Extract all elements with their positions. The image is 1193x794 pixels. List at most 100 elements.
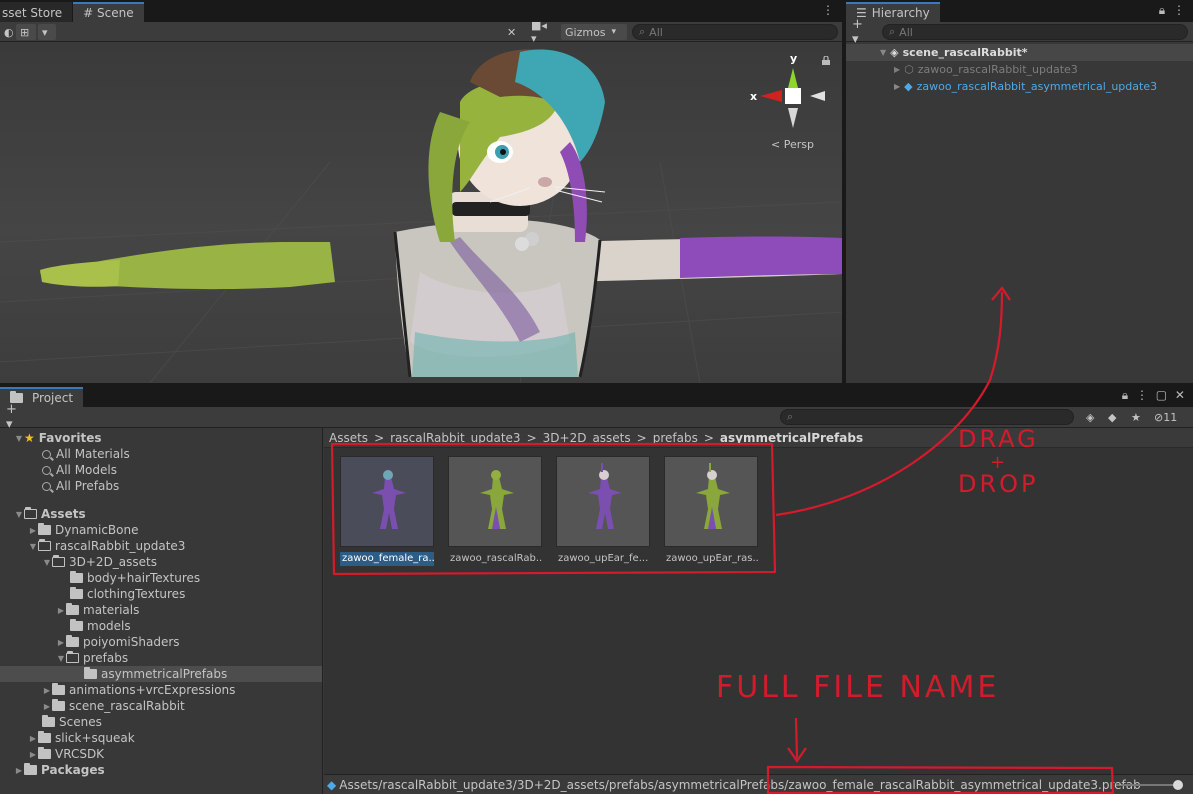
breadcrumb-item[interactable]: rascalRabbit_update3 — [390, 431, 520, 445]
breadcrumb-item[interactable]: 3D+2D_assets — [543, 431, 631, 445]
add-object-button[interactable]: + ▾ — [848, 17, 874, 47]
tree-item-assets[interactable]: ▼ Assets — [0, 506, 322, 522]
tree-item-favorites[interactable]: ▼ ★ Favorites — [0, 430, 322, 446]
tree-item-all-models[interactable]: All Models — [0, 462, 322, 478]
hierarchy-item-scene[interactable]: ▼ ◈ scene_rascalRabbit* — [846, 44, 1193, 61]
expand-arrow-icon[interactable]: ▶ — [42, 702, 52, 711]
breadcrumb-separator: > — [703, 430, 714, 445]
hidden-count: 11 — [1163, 410, 1178, 424]
persp-label[interactable]: < Persp — [771, 138, 814, 151]
expand-arrow-icon[interactable]: ▼ — [28, 542, 38, 551]
tree-item-label: asymmetricalPrefabs — [101, 667, 228, 681]
folder-icon — [38, 731, 51, 743]
tab-asset-store[interactable]: sset Store — [0, 2, 73, 22]
tree-item-3d2d-assets[interactable]: ▼ 3D+2D_assets — [0, 554, 322, 570]
filter-by-type-icon[interactable]: ◈ — [1082, 409, 1102, 425]
tree-item-body-hair-textures[interactable]: body+hairTextures — [0, 570, 322, 586]
camera-dropdown-icon[interactable]: ■◂ ▾ — [527, 19, 557, 45]
tree-item-label: VRCSDK — [55, 747, 105, 761]
tree-item-scenes[interactable]: Scenes — [0, 714, 322, 730]
tree-item-materials[interactable]: ▶ materials — [0, 602, 322, 618]
hierarchy-item-label: scene_rascalRabbit* — [902, 46, 1028, 59]
tree-item-models[interactable]: models — [0, 618, 322, 634]
expand-arrow-icon[interactable]: ▶ — [42, 686, 52, 695]
prefab-cube-icon: ◆ — [327, 777, 337, 792]
thumbnail-size-slider[interactable] — [1121, 780, 1183, 790]
expand-arrow-icon[interactable]: ▶ — [14, 766, 24, 775]
tree-item-label: All Prefabs — [56, 479, 120, 493]
breadcrumb-item[interactable]: prefabs — [653, 431, 698, 445]
gizmos-button[interactable]: Gizmos ▾ — [561, 24, 627, 40]
hierarchy-item-rabbit-asymmetrical[interactable]: ▶ ◆ zawoo_rascalRabbit_asymmetrical_upda… — [846, 78, 1193, 95]
breadcrumb-item-current[interactable]: asymmetricalPrefabs — [720, 431, 863, 445]
hidden-packages-button[interactable]: ⊘ 11 — [1150, 409, 1190, 425]
asset-prefab-female[interactable]: zawoo_female_ra... — [340, 456, 434, 566]
project-tab-menu-icon[interactable]: 🔒︎ ⋮ ▢ ✕ — [1122, 388, 1187, 403]
tree-item-all-materials[interactable]: All Materials — [0, 446, 322, 462]
hierarchy-item-label: zawoo_rascalRabbit_update3 — [917, 63, 1078, 76]
scene-toolbar: ◐ ⊞ ▾ ✕ ■◂ ▾ Gizmos ▾ ⌕ All — [0, 19, 842, 45]
expand-arrow-icon[interactable]: ▼ — [56, 654, 66, 663]
asset-prefab-upear-rascal[interactable]: zawoo_upEar_ras... — [664, 456, 758, 566]
tree-item-asymmetrical-prefabs[interactable]: asymmetricalPrefabs — [0, 666, 322, 682]
tree-item-label: Assets — [41, 507, 86, 521]
project-search-input[interactable]: ⌕ — [780, 409, 1074, 425]
expand-arrow-icon[interactable]: ▼ — [880, 48, 886, 57]
filter-by-label-icon[interactable]: ◆ — [1104, 409, 1124, 425]
orientation-gizmo[interactable] — [760, 68, 825, 128]
expand-arrow-icon[interactable]: ▼ — [42, 558, 52, 567]
search-icon: ⌕ — [889, 25, 896, 38]
create-asset-button[interactable]: + ▾ — [2, 402, 30, 432]
asset-prefab-rascalrabbit[interactable]: zawoo_rascalRab... — [448, 456, 542, 566]
tree-item-packages[interactable]: ▶ Packages — [0, 762, 322, 778]
tree-item-poiyomi-shaders[interactable]: ▶ poiyomiShaders — [0, 634, 322, 650]
folder-icon — [52, 699, 65, 711]
character-model-render: y x — [0, 49, 842, 383]
scene-viewport[interactable]: y x < Persp — [0, 42, 842, 383]
tree-item-label: DynamicBone — [55, 523, 139, 537]
hierarchy-toolbar: + ▾ ⌕ All — [846, 17, 1193, 47]
hierarchy-tab-menu-icon[interactable]: 🔒︎ ⋮ — [1159, 3, 1187, 18]
tree-item-prefabs[interactable]: ▼ prefabs — [0, 650, 322, 666]
expand-arrow-icon[interactable]: ▶ — [28, 734, 38, 743]
tree-item-animations[interactable]: ▶ animations+vrcExpressions — [0, 682, 322, 698]
expand-arrow-icon[interactable]: ▶ — [28, 526, 38, 535]
asset-prefab-upear-female[interactable]: zawoo_upEar_fe... — [556, 456, 650, 566]
scene-tab-menu-icon[interactable]: ⋮ — [822, 3, 836, 17]
folder-icon — [84, 667, 97, 679]
breadcrumb-separator: > — [526, 430, 537, 445]
expand-arrow-icon[interactable]: ▶ — [56, 638, 66, 647]
breadcrumb-item[interactable]: Assets — [329, 431, 368, 445]
tree-item-label: clothingTextures — [87, 587, 186, 601]
folder-icon — [70, 587, 83, 599]
hierarchy-search-input[interactable]: ⌕ All — [882, 24, 1188, 40]
tree-item-label: prefabs — [83, 651, 129, 665]
tree-item-rascalrabbit[interactable]: ▼ rascalRabbit_update3 — [0, 538, 322, 554]
expand-arrow-icon[interactable]: ▶ — [28, 750, 38, 759]
tree-item-dynamicbone[interactable]: ▶ DynamicBone — [0, 522, 322, 538]
tools-icon[interactable]: ✕ — [503, 24, 523, 40]
tree-item-scene-rascalrabbit[interactable]: ▶ scene_rascalRabbit — [0, 698, 322, 714]
full-file-name-annotation: FULL FILE NAME — [716, 670, 1000, 705]
expand-arrow-icon[interactable]: ▶ — [894, 65, 900, 74]
tab-scene[interactable]: # Scene — [73, 2, 144, 22]
tree-item-all-prefabs[interactable]: All Prefabs — [0, 478, 322, 494]
tab-hierarchy-label: Hierarchy — [871, 6, 930, 20]
tree-item-vrcsdk[interactable]: ▶ VRCSDK — [0, 746, 322, 762]
hierarchy-tabstrip: ☰ Hierarchy 🔒︎ ⋮ — [846, 0, 1193, 22]
search-icon — [42, 481, 51, 491]
scene-search-input[interactable]: ⌕ All — [632, 24, 838, 40]
grid-dropdown-icon[interactable]: ▾ — [38, 24, 56, 40]
grid-snap-icon[interactable]: ⊞ — [16, 24, 36, 40]
favorites-star-icon[interactable]: ★ — [1127, 409, 1147, 425]
unity-scene-icon: ◈ — [890, 46, 899, 59]
expand-arrow-icon[interactable]: ▶ — [56, 606, 66, 615]
expand-arrow-icon[interactable]: ▼ — [14, 510, 24, 519]
tree-item-slick-squeak[interactable]: ▶ slick+squeak — [0, 730, 322, 746]
hierarchy-item-rabbit[interactable]: ▶ ⬡ zawoo_rascalRabbit_update3 — [846, 61, 1193, 78]
project-folder-tree: ▼ ★ Favorites All Materials All Models All… — [0, 428, 323, 794]
expand-arrow-icon[interactable]: ▼ — [14, 434, 24, 443]
lock-icon[interactable] — [822, 56, 830, 65]
tree-item-clothing-textures[interactable]: clothingTextures — [0, 586, 322, 602]
expand-arrow-icon[interactable]: ▶ — [894, 82, 900, 91]
